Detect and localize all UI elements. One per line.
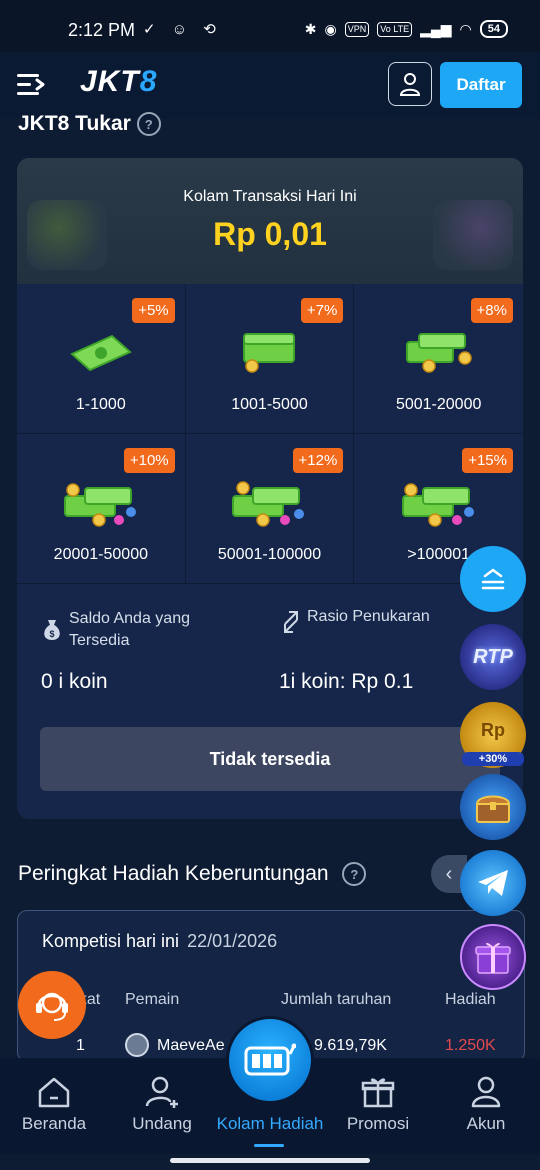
balance-area: $ Saldo Anda yang Tersedia Rasio Penukar… [17,584,523,819]
row-bet: 9.619,79K [314,1037,387,1054]
top-bar: JKT8 Daftar [0,52,540,118]
nav-item-invite[interactable]: Undang [108,1058,216,1154]
competition-date: 22/01/2026 [187,931,278,951]
cash-coins-icon [405,333,472,373]
status-time: 2:12 PM [68,20,136,40]
cash-pile-icon [401,483,474,527]
tier-bonus-badge: +8% [470,298,513,323]
nav-item-home[interactable]: Beranda [0,1058,108,1154]
cash-pile-icon [232,481,305,527]
row-player: MaeveAe [157,1037,225,1054]
chevron-up-icon [481,568,505,590]
tier-item[interactable]: +5% 1-1000 [17,284,186,434]
tier-bonus-badge: +7% [300,298,344,323]
bluetooth-icon: ✱ [304,20,317,37]
tukar-title: JKT8 Tukar ? [18,112,161,137]
col-prize: Hadiah [445,991,496,1008]
prize-pool-fab[interactable] [226,1016,314,1104]
user-icon [399,73,421,96]
headset-icon [36,992,68,1021]
money-bag-icon: $ [44,620,60,640]
logo[interactable]: JKT8 [80,65,157,99]
ratio-value: 1i koin: Rp 0.1 [279,670,414,693]
login-button[interactable] [388,62,432,106]
telegram-icon [478,870,508,896]
tier-item[interactable]: +8% 5001-20000 [354,284,523,434]
gift-box-icon [475,942,511,974]
gift-box-button[interactable] [460,924,526,990]
tier-range: 1-1000 [75,396,126,413]
tier-bonus-badge: +5% [132,298,175,323]
vpn-icon: VPN [344,21,370,37]
person-icon [471,1076,501,1108]
customer-support-button[interactable] [18,971,86,1039]
rp-coin-icon: Rp [481,719,505,740]
tier-bonus-badge: +15% [462,448,513,473]
tier-range: 1001-5000 [231,396,308,413]
tier-bonus-badge: +12% [292,448,344,473]
tier-grid: +5% 1-1000 +7% 1001-5000 +8% 5001-20000 … [17,284,523,584]
pool-amount: Rp 0,01 [213,216,327,252]
treasure-chest-icon [475,795,511,823]
rp-bonus-button[interactable]: Rp +30% [460,702,526,768]
status-notification-icons: ✓ ☺ ⟲ [143,21,222,38]
nav-active-indicator [254,1144,284,1147]
wifi-icon: ◠ [459,20,472,37]
volte-icon: Vo LTE [377,21,413,37]
competition-header: Kompetisi hari ini 22/01/2026 [42,931,278,951]
rp-bonus-badge: +30% [462,752,524,766]
pool-banner: Kolam Transaksi Hari Ini Rp 0,01 [17,158,523,284]
nav-item-account[interactable]: Akun [432,1058,540,1154]
ratio-label: Rasio Penukaran [307,608,430,625]
nav-label: Akun [466,1114,506,1133]
row-prize: 1.250K [445,1037,496,1054]
cash-stack-icon [243,333,296,373]
add-user-icon [145,1076,178,1108]
gift-icon [361,1078,395,1108]
tier-bonus-badge: +10% [123,448,175,473]
slot-machine-icon [244,1043,296,1076]
status-right-icons: ✱ ◉ VPN Vo LTE ▂▄▆ ◠ 54 [305,20,508,38]
col-player: Pemain [125,991,180,1008]
tier-range: 50001-100000 [217,546,322,563]
svg-text:$: $ [49,629,54,639]
exchange-arrows-icon [284,611,298,633]
row-rank: 1 [76,1037,85,1054]
tier-range: 5001-20000 [395,396,482,413]
menu-icon[interactable] [17,72,47,98]
balance-label: Saldo Anda yang Tersedia [69,610,190,649]
help-icon[interactable]: ? [342,862,367,887]
nav-label: Undang [132,1114,192,1133]
register-button[interactable]: Daftar [440,62,522,108]
nav-label: Kolam Hadiah [216,1114,324,1133]
cash-icon [70,334,132,372]
tier-item[interactable]: +12% 50001-100000 [185,434,355,584]
home-icon [38,1077,70,1108]
col-bet: Jumlah taruhan [281,991,392,1008]
scroll-top-button[interactable] [460,546,526,612]
battery-icon: 54 [479,20,508,38]
nav-label: Beranda [21,1114,87,1133]
help-icon[interactable]: ? [136,112,161,137]
rtp-button[interactable]: RTP [460,624,526,690]
cash-pile-icon [63,483,136,527]
nav-label: Promosi [346,1114,410,1133]
balance-value: 0 i koin [41,670,108,693]
status-bar: 2:12 PM ✓ ☺ ⟲ ✱ ◉ VPN Vo LTE ▂▄▆ ◠ 54 [0,0,540,52]
tier-range: 20001-50000 [53,546,148,563]
nav-item-promo[interactable]: Promosi [324,1058,432,1154]
pool-label: Kolam Transaksi Hari Ini [183,188,357,205]
tier-item[interactable]: +10% 20001-50000 [17,434,186,584]
signal-icon: ▂▄▆ [420,20,452,37]
data-saver-icon: ◉ [324,20,337,37]
exchange-button[interactable]: Tidak tersedia [40,727,500,791]
exchange-card: Kolam Transaksi Hari Ini Rp 0,01 +5% 1-1… [17,158,523,819]
treasure-chest-button[interactable] [460,774,526,840]
ranking-title: Peringkat Hadiah Keberuntungan ? [18,862,367,887]
home-indicator [170,1158,370,1163]
tier-item[interactable]: +7% 1001-5000 [185,284,355,434]
telegram-button[interactable] [460,850,526,916]
avatar [125,1033,149,1057]
